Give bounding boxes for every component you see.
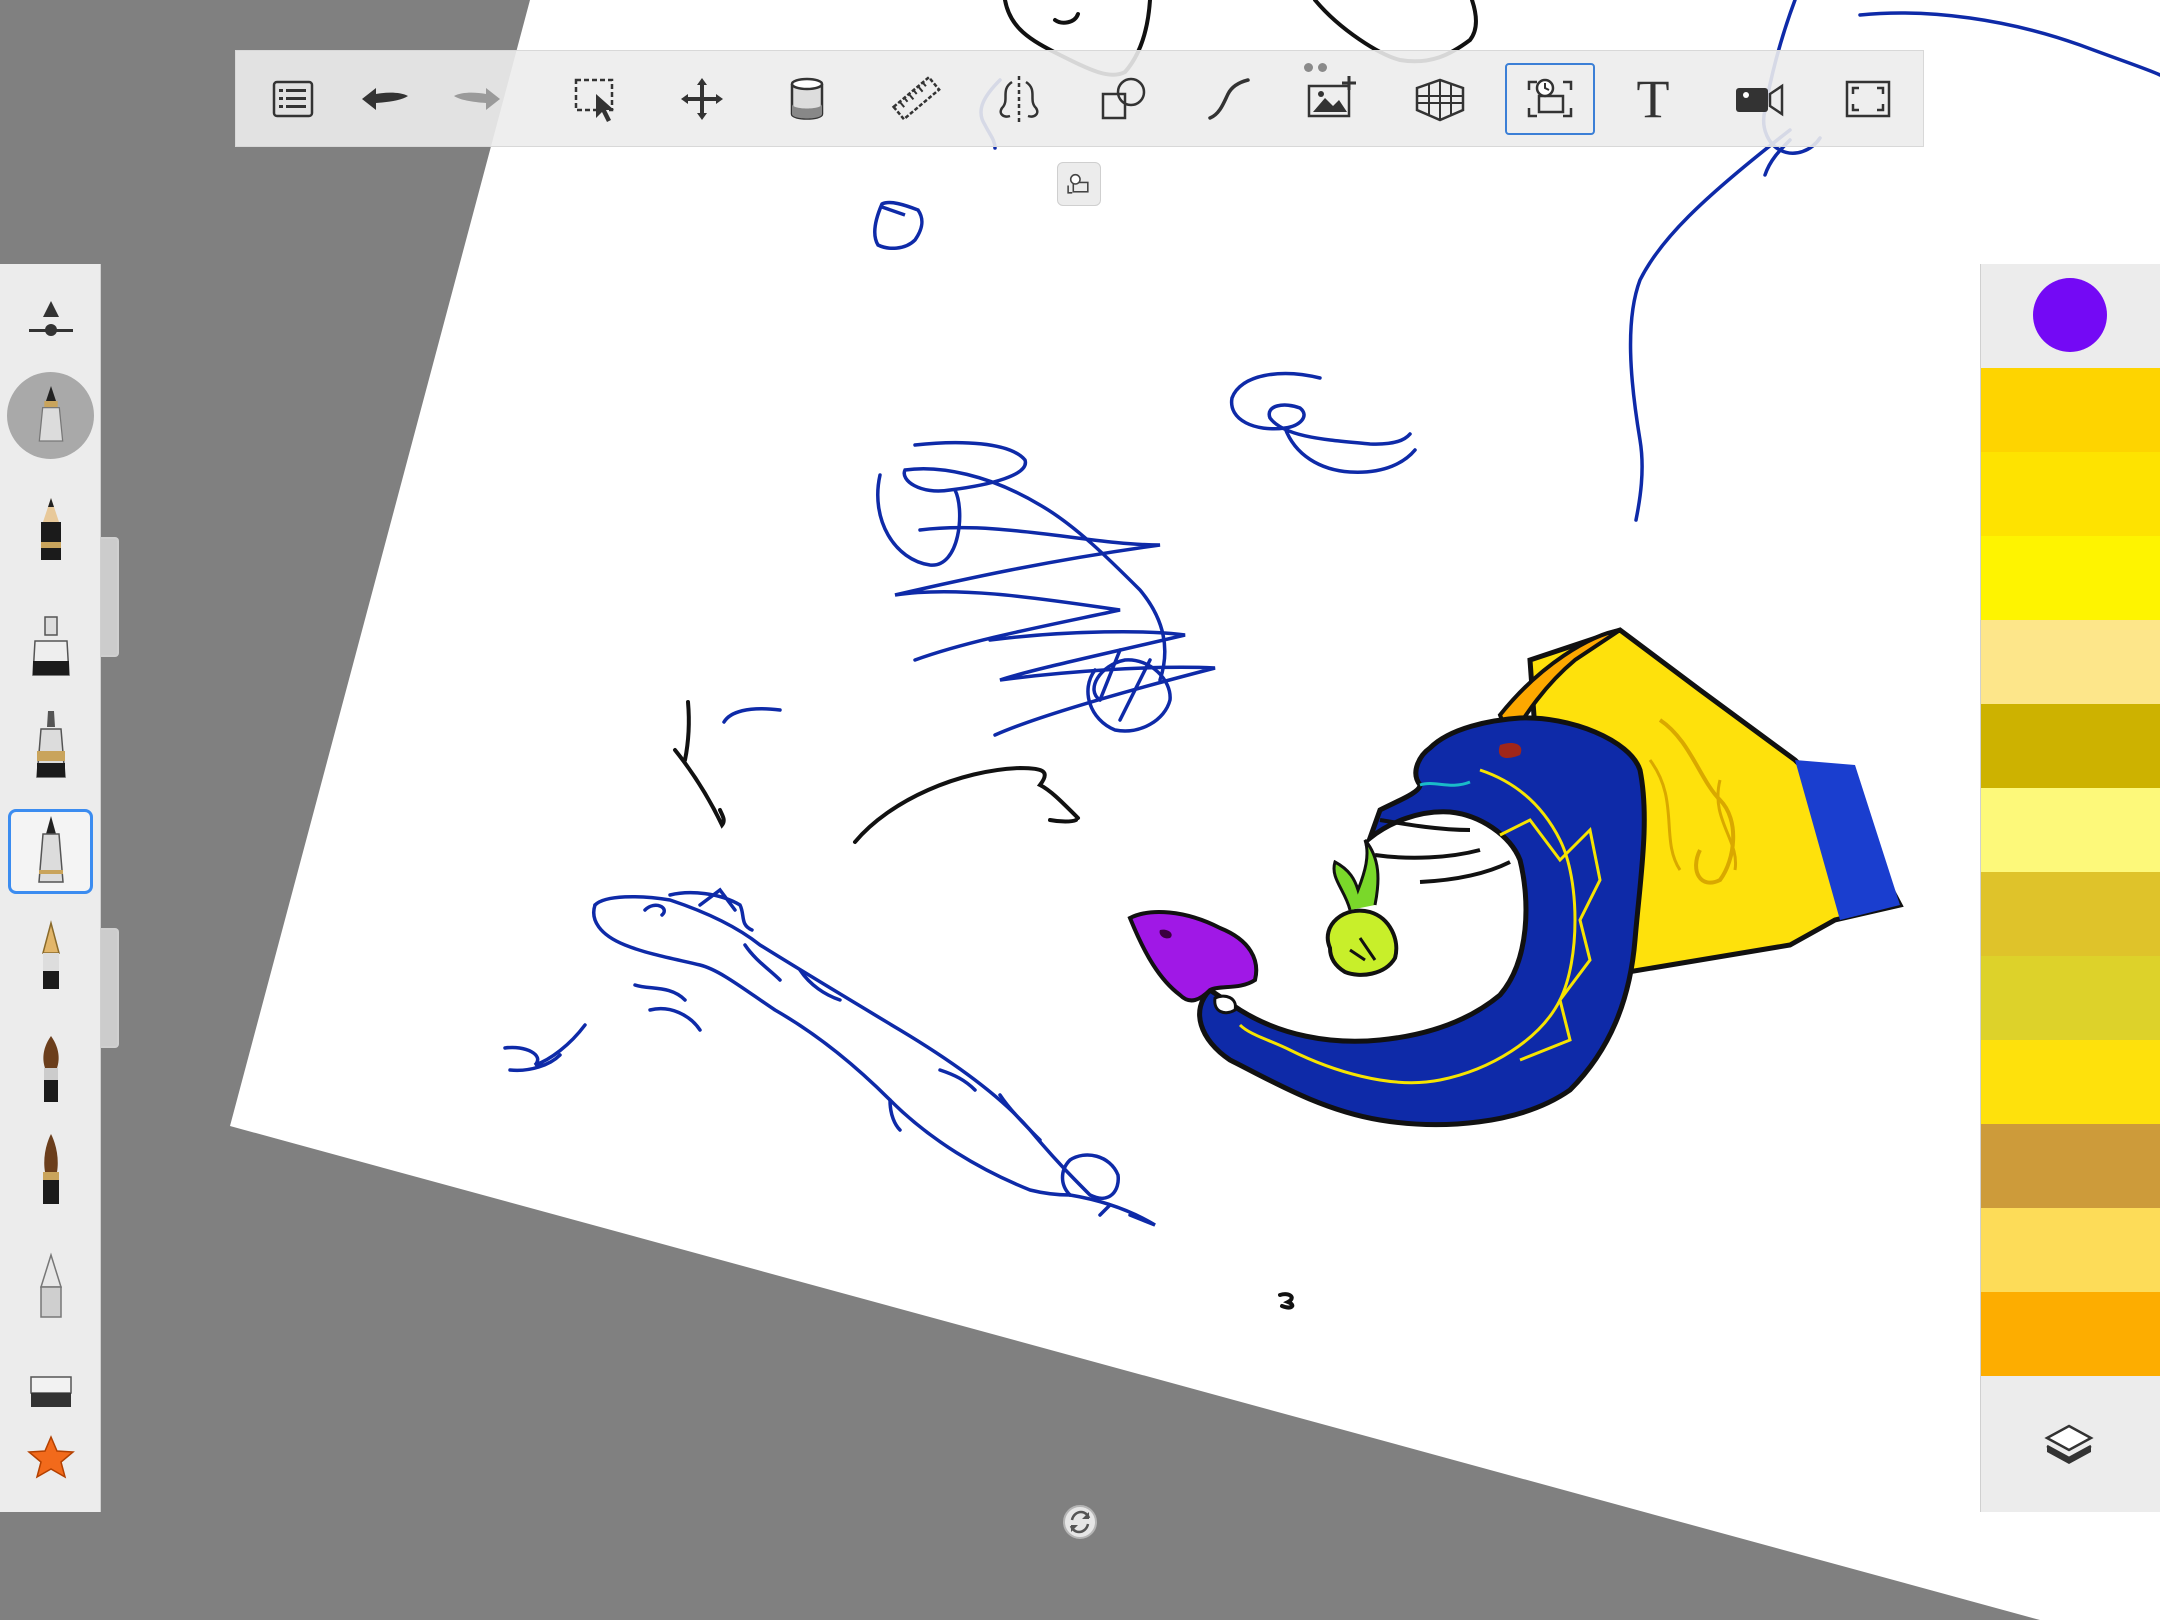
shapes-icon xyxy=(1101,77,1146,120)
drawing-canvas[interactable] xyxy=(0,0,2160,1620)
current-color-puck[interactable] xyxy=(2033,278,2107,352)
undo-button[interactable] xyxy=(349,63,421,135)
fill-button[interactable] xyxy=(771,63,843,135)
layers-button[interactable] xyxy=(2039,1414,2099,1474)
color-swatch[interactable] xyxy=(1981,1292,2160,1376)
symmetry-button[interactable] xyxy=(983,63,1055,135)
fountain-pen-brush[interactable] xyxy=(8,916,93,1001)
time-lapse-button[interactable] xyxy=(1505,63,1595,135)
ink-brush[interactable] xyxy=(8,1129,93,1214)
perspective-button[interactable] xyxy=(1404,63,1476,135)
pencil-icon xyxy=(40,497,61,560)
brush-group-tab[interactable] xyxy=(101,928,119,1048)
color-swatch[interactable] xyxy=(1981,536,2160,620)
fullscreen-icon xyxy=(1845,80,1891,118)
color-swatch[interactable] xyxy=(1981,956,2160,1040)
brush-group-tab[interactable] xyxy=(101,537,119,657)
paint-brush-icon xyxy=(42,1035,59,1102)
fountain-pen-icon xyxy=(41,919,60,989)
stroke-icon xyxy=(1208,78,1250,120)
ballpoint-pen-brush[interactable] xyxy=(8,809,93,894)
color-swatch[interactable] xyxy=(1981,452,2160,536)
brush-size-slider[interactable] xyxy=(8,278,93,363)
current-brush-preview[interactable] xyxy=(7,372,94,459)
selection-button[interactable] xyxy=(561,63,633,135)
add-image-button[interactable] xyxy=(1296,63,1368,135)
color-swatch[interactable] xyxy=(1981,620,2160,704)
transform-icon xyxy=(681,78,723,120)
marker-icon xyxy=(31,615,70,676)
color-swatch[interactable] xyxy=(1981,788,2160,872)
add-image-icon xyxy=(1307,76,1356,118)
paint-brush[interactable] xyxy=(8,1029,93,1114)
color-swatch[interactable] xyxy=(1981,1040,2160,1124)
shapes-button[interactable] xyxy=(1088,63,1160,135)
technical-pen-icon xyxy=(35,710,66,778)
airbrush-icon xyxy=(39,1251,62,1318)
text-tool-button[interactable]: T xyxy=(1617,63,1689,135)
redo-button[interactable] xyxy=(441,63,513,135)
perspective-icon xyxy=(1415,78,1465,122)
ballpoint-pen-icon xyxy=(37,815,64,883)
canvas-paper[interactable] xyxy=(230,0,2160,1620)
color-swatch[interactable] xyxy=(1981,1208,2160,1292)
color-swatch[interactable] xyxy=(1981,872,2160,956)
marker-brush[interactable] xyxy=(8,602,93,687)
layers-icon xyxy=(2044,1424,2094,1464)
symmetry-icon xyxy=(999,76,1039,122)
ruler-button[interactable] xyxy=(881,63,953,135)
undo-icon xyxy=(362,88,408,110)
ruler-icon xyxy=(891,75,941,121)
stroke-button[interactable] xyxy=(1193,63,1265,135)
redo-icon xyxy=(454,88,500,110)
color-swatch[interactable] xyxy=(1981,368,2160,452)
technical-pen-brush[interactable] xyxy=(8,704,93,789)
fill-icon xyxy=(790,77,824,120)
time-lapse-small-icon xyxy=(1067,173,1089,194)
time-lapse-indicator[interactable] xyxy=(1057,162,1101,206)
rotate-reset-icon[interactable] xyxy=(1062,1504,1098,1540)
text-icon: T xyxy=(1636,69,1670,129)
menu-button[interactable] xyxy=(257,63,329,135)
fullscreen-button[interactable] xyxy=(1832,63,1904,135)
record-icon xyxy=(1736,83,1784,117)
ink-brush-icon xyxy=(42,1133,59,1204)
pencil-brush[interactable] xyxy=(8,489,93,574)
selection-icon xyxy=(574,78,614,122)
current-brush-icon xyxy=(38,385,63,442)
color-swatch[interactable] xyxy=(1981,704,2160,788)
workspace: T xyxy=(0,0,2160,1620)
menu-icon xyxy=(272,80,314,118)
time-lapse-icon xyxy=(1527,78,1573,118)
star-icon xyxy=(26,1434,75,1479)
color-swatch[interactable] xyxy=(1981,1124,2160,1208)
record-button[interactable] xyxy=(1723,63,1795,135)
color-palette xyxy=(1980,264,2160,1512)
airbrush[interactable] xyxy=(8,1244,93,1329)
transform-button[interactable] xyxy=(666,63,738,135)
favorites-button[interactable] xyxy=(8,1414,93,1499)
top-toolbar: T xyxy=(235,50,1924,147)
brush-palette xyxy=(0,264,101,1512)
size-slider-icon xyxy=(28,300,73,336)
